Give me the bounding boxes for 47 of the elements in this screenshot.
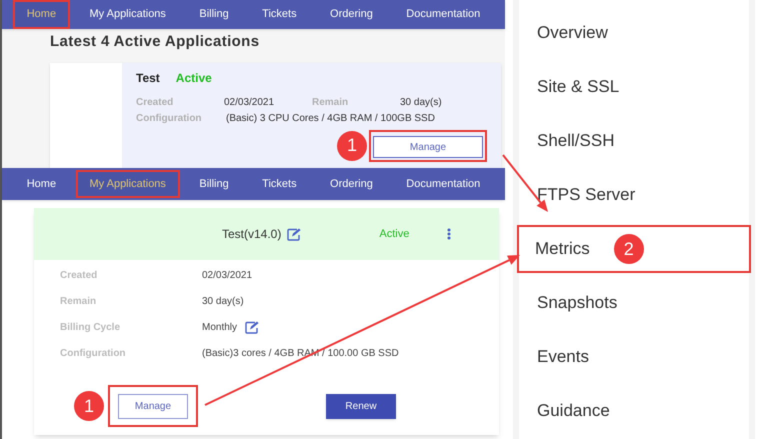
menu-item[interactable]: FTPS Server [519,171,749,219]
manage-button[interactable]: Manage [373,136,483,158]
step-number: 1 [74,391,104,421]
menu-item[interactable]: Metrics 2 [517,225,751,273]
field-value: Monthly [202,320,238,334]
field-label: Created [60,268,98,282]
field-value: 30 day(s) [400,96,442,110]
more-icon[interactable] [447,228,452,240]
nav-tab[interactable]: Ordering [316,170,387,198]
field-value: 02/03/2021 [224,96,276,110]
nav-tab[interactable]: Ordering [316,0,387,28]
field-label: Remain [312,96,350,110]
app-name: Test [136,70,160,87]
nav-tab[interactable]: Tickets [248,170,311,198]
step-number: 2 [614,234,644,264]
menu-item[interactable]: Site & SSL [519,63,749,111]
field-value: (Basic) 3 CPU Cores / 4GB RAM / 100GB SSD [226,112,435,126]
menu-item[interactable]: Guidance [519,387,749,435]
field-label: Created [136,96,174,110]
menu-item[interactable]: Snapshots [519,279,749,327]
app-title: Test(v14.0) [222,226,282,243]
status-text: Active [379,226,410,242]
section-heading: Latest 4 Active Applications [50,32,260,52]
nav-tab[interactable]: Tickets [248,0,311,28]
field-label: Configuration [136,112,203,126]
nav-tab[interactable]: Billing [185,170,243,198]
status-text: Active [176,70,212,87]
field-label: Configuration [60,346,127,360]
field-value: 30 day(s) [202,294,244,308]
menu-item[interactable]: Shell/SSH [519,117,749,165]
field-label: Remain [60,294,98,308]
step-number: 1 [337,130,367,161]
nav-tab[interactable]: My Applications [76,170,180,198]
edit-icon[interactable] [287,228,302,240]
nav-tab[interactable]: My Applications [76,0,180,28]
nav-tab[interactable]: Documentation [392,170,494,198]
nav-tab[interactable]: Home [12,0,70,28]
nav-tab[interactable]: Billing [185,0,243,28]
field-value: 02/03/2021 [202,268,252,282]
renew-button[interactable]: Renew [326,394,396,419]
field-label: Billing Cycle [60,320,122,334]
nav-tab[interactable]: Documentation [392,0,494,28]
menu-item[interactable]: Overview [519,9,749,57]
manage-button[interactable]: Manage [118,394,188,419]
edit-icon[interactable] [245,320,260,334]
nav-tab[interactable]: Home [12,170,70,198]
menu-item[interactable]: Events [519,333,749,381]
